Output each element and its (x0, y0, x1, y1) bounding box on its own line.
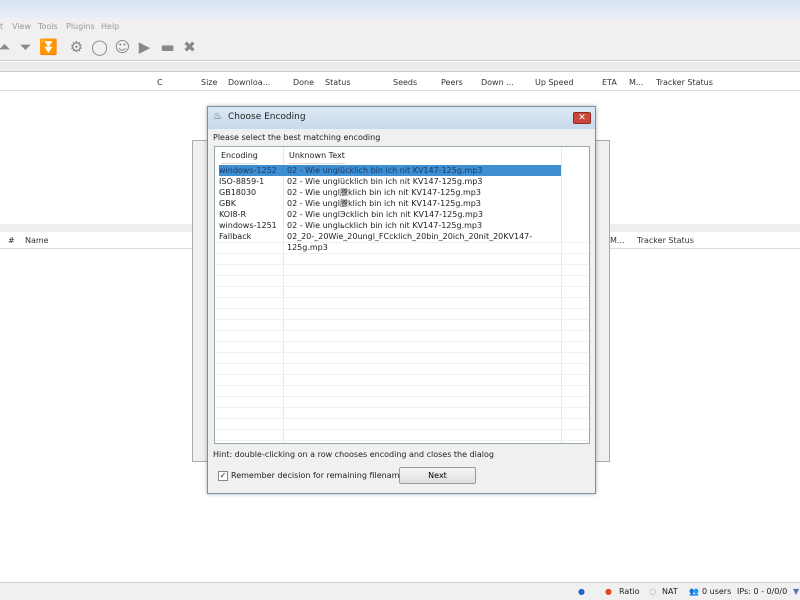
grid-line (215, 319, 589, 320)
decoded-text: 02 - Wie unglücklich bin ich nit KV147-1… (287, 177, 483, 186)
grid-line (215, 297, 589, 298)
col-peers[interactable]: Peers (441, 74, 463, 91)
grid-line (215, 374, 589, 375)
grid-line (215, 253, 589, 254)
encoding-row[interactable]: GB18030 02 - Wie ungl黱klich bin ich nit K… (219, 187, 561, 198)
remove-icon[interactable]: ⏷ (17, 39, 34, 56)
encoding-row[interactable]: Fallback 02_20-_20Wie_20ungl_FCcklich_20b… (219, 231, 561, 252)
encoding-name: windows-1252 (219, 166, 277, 175)
info-icon[interactable]: ● (578, 587, 585, 596)
users-count: 0 users (702, 587, 732, 596)
col-down-speed[interactable]: Down ... (481, 74, 514, 91)
toolbar: ⏶ ⏷ ⏬ ⚙ ◯ ☺ ▶ ▬ ✖ (0, 34, 800, 61)
grid-line (215, 440, 589, 441)
close-button[interactable]: ✕ (573, 112, 591, 124)
grid-line (215, 363, 589, 364)
encoding-name: GB18030 (219, 188, 257, 197)
play-icon[interactable]: ▶ (136, 39, 153, 56)
dialog-prompt: Please select the best matching encoding (213, 133, 381, 142)
settings-icon[interactable]: ⚙ (68, 39, 85, 56)
stop-icon[interactable]: ▬ (159, 39, 176, 56)
nat-label[interactable]: NAT (662, 587, 678, 596)
decoded-text: 02 - Wie ungl黱klich bin ich nit KV147-12… (287, 188, 481, 197)
remember-checkbox[interactable]: ✓ (218, 471, 228, 481)
ips-count: IPs: 0 - 0/0/0 (737, 587, 788, 596)
col-number[interactable]: # (8, 232, 15, 249)
col-tracker-status[interactable]: Tracker Status (656, 74, 713, 91)
next-button[interactable]: Next (399, 467, 476, 484)
menu-edit[interactable]: t (0, 22, 3, 31)
users-icon: 👥 (689, 587, 699, 596)
filter-icon[interactable]: ▼ (793, 587, 799, 596)
col-unknown-text[interactable]: Unknown Text (289, 147, 345, 164)
encoding-name: GBK (219, 199, 236, 208)
encoding-name: Fallback (219, 232, 252, 241)
grid-line (215, 286, 589, 287)
decoded-text: 02 - Wie ungl黱klich bin ich nit KV147-12… (287, 199, 481, 208)
torrent-table-header: C Size Downloa... Done Status Seeds Peer… (0, 74, 800, 91)
hint-text: Hint: double-clicking on a row chooses e… (213, 450, 494, 459)
status-bar: ● ● Ratio ○ NAT 👥 0 users IPs: 0 - 0/0/0… (0, 582, 800, 600)
col-encoding[interactable]: Encoding (221, 147, 258, 164)
col-seeds[interactable]: Seeds (393, 74, 417, 91)
col-m[interactable]: M... (610, 232, 625, 249)
col-m[interactable]: M... (629, 74, 644, 91)
col-downloaded[interactable]: Downloa... (228, 74, 270, 91)
resume-icon[interactable]: ◯ (91, 39, 108, 56)
encoding-row[interactable]: windows-1251 02 - Wie unglьcklich bin ich… (219, 220, 561, 231)
encoding-row[interactable]: KOI8-R 02 - Wie unglЭcklich bin ich nit K… (219, 209, 561, 220)
col-status[interactable]: Status (325, 74, 351, 91)
choose-encoding-dialog: ♨ Choose Encoding ✕ Please select the be… (207, 106, 596, 494)
grid-line (215, 341, 589, 342)
column-divider (561, 147, 562, 443)
grid-line (215, 407, 589, 408)
pause-icon[interactable]: ☺ (114, 39, 131, 56)
encoding-row[interactable]: windows-1252 02 - Wie unglücklich bin ich… (219, 165, 561, 176)
col-tracker-status[interactable]: Tracker Status (637, 232, 694, 249)
dialog-title-bar[interactable]: ♨ Choose Encoding ✕ (208, 107, 595, 129)
grid-line (215, 418, 589, 419)
ratio-label[interactable]: Ratio (619, 587, 640, 596)
encoding-name: windows-1251 (219, 221, 277, 230)
filter-bar (0, 62, 800, 72)
grid-line (215, 275, 589, 276)
ratio-dot-icon: ● (605, 587, 612, 596)
menu-tools[interactable]: Tools (38, 22, 58, 31)
col-name[interactable]: Name (25, 232, 49, 249)
grid-line (215, 242, 589, 243)
encoding-list[interactable]: Encoding Unknown Text windows-1252 02 - W… (214, 146, 590, 444)
decoded-text: 02 - Wie unglьcklich bin ich nit KV147-1… (287, 221, 483, 230)
grid-line (215, 264, 589, 265)
grid-line (215, 429, 589, 430)
col-size[interactable]: Size (201, 74, 217, 91)
decoded-text: 02 - Wie unglücklich bin ich nit KV147-1… (287, 166, 483, 175)
app-icon: ♨ (213, 111, 222, 122)
menu-view[interactable]: View (12, 22, 31, 31)
encoding-row[interactable]: GBK 02 - Wie ungl黱klich bin ich nit KV147… (219, 198, 561, 209)
remove-all-icon[interactable]: ⏬ (39, 39, 58, 56)
grid-line (215, 396, 589, 397)
menu-bar: t View Tools Plugins Help (0, 18, 800, 34)
add-icon[interactable]: ⏶ (0, 39, 13, 56)
dialog-title: Choose Encoding (228, 112, 306, 122)
remember-label[interactable]: Remember decision for remaining filename… (231, 471, 409, 480)
nat-dot-icon: ○ (649, 587, 656, 596)
grid-line (215, 330, 589, 331)
decoded-text: 02 - Wie unglЭcklich bin ich nit KV147-1… (287, 210, 483, 219)
encoding-row[interactable]: ISO-8859-1 02 - Wie unglücklich bin ich n… (219, 176, 561, 187)
col-eta[interactable]: ETA (602, 74, 617, 91)
menu-help[interactable]: Help (101, 22, 119, 31)
grid-line (215, 352, 589, 353)
encoding-name: ISO-8859-1 (219, 177, 265, 186)
col-done[interactable]: Done (293, 74, 314, 91)
window-title-bar (0, 0, 800, 18)
menu-plugins[interactable]: Plugins (66, 22, 95, 31)
encoding-name: KOI8-R (219, 210, 246, 219)
col-c[interactable]: C (157, 74, 163, 91)
close-icon[interactable]: ✖ (181, 39, 198, 56)
grid-line (215, 385, 589, 386)
col-up-speed[interactable]: Up Speed (535, 74, 574, 91)
grid-line (215, 308, 589, 309)
